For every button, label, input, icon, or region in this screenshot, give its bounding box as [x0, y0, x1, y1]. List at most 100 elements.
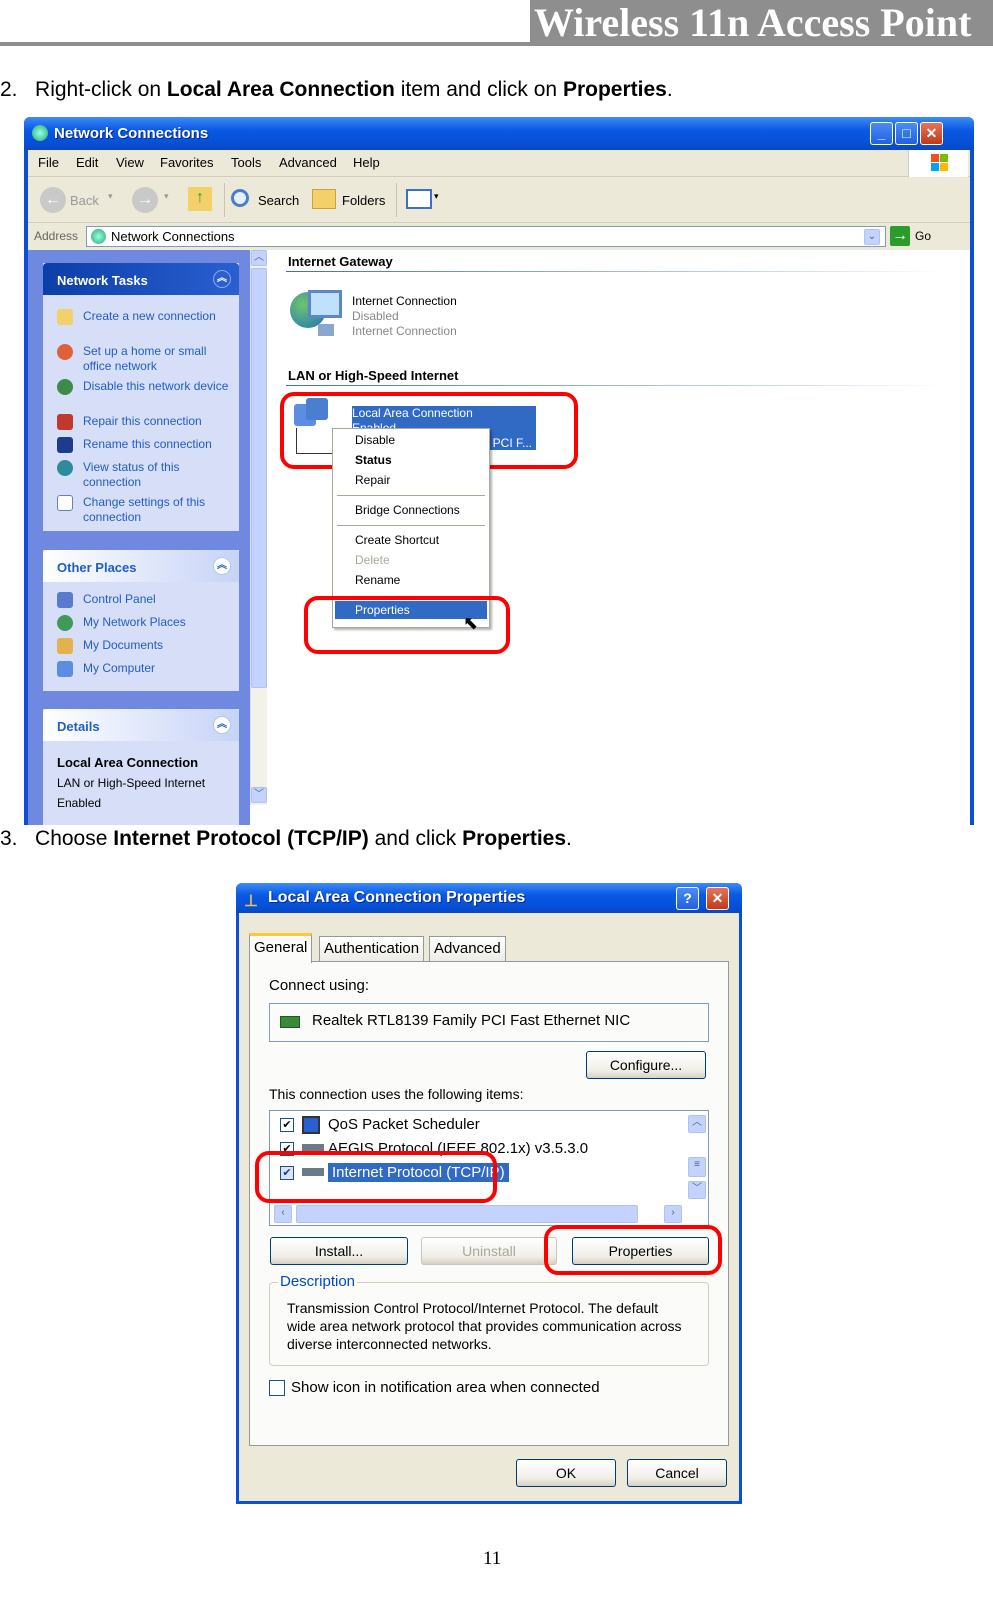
group-divider [286, 385, 946, 386]
task-pane: Network Tasks ︽ Create a new connection … [28, 250, 250, 825]
internet-connection-item[interactable]: Internet Connection Disabled Internet Co… [352, 294, 457, 339]
network-tasks-header[interactable]: Network Tasks ︽ [43, 263, 239, 295]
list-scroll-up[interactable]: ︿ [688, 1115, 706, 1133]
list-item[interactable]: ✔ QoS Packet Scheduler [278, 1115, 678, 1137]
rename-icon [57, 437, 73, 453]
back-dropdown-icon[interactable]: ▾ [108, 191, 113, 202]
title-bar[interactable]: Network Connections _ □ ✕ [24, 117, 974, 150]
task-label: Repair this connection [83, 414, 202, 428]
internet-connection-icon[interactable] [290, 288, 346, 344]
menu-item-delete: Delete [355, 553, 390, 567]
show-icon-checkbox[interactable] [269, 1380, 285, 1396]
list-scroll-left[interactable]: ‹ [274, 1205, 292, 1223]
collapse-icon[interactable]: ︽ [213, 716, 231, 734]
list-scroll-right[interactable]: › [664, 1205, 682, 1223]
other-places-panel: Other Places ︽ Control Panel My Network … [43, 550, 239, 691]
menu-item-bridge-connections[interactable]: Bridge Connections [335, 501, 487, 519]
network-places-icon [57, 615, 73, 631]
task-view-status[interactable]: View status of this connection [57, 460, 237, 490]
views-dropdown-icon[interactable]: ▾ [434, 191, 439, 202]
details-header[interactable]: Details ︽ [43, 709, 239, 741]
install-button[interactable]: Install... [270, 1237, 408, 1265]
scroll-down-button[interactable]: ﹀ [251, 787, 267, 803]
address-value: Network Connections [111, 229, 235, 244]
scheduler-icon [302, 1116, 320, 1134]
menu-help[interactable]: Help [353, 155, 380, 170]
menu-edit[interactable]: Edit [76, 155, 98, 170]
place-control-panel[interactable]: Control Panel [57, 592, 237, 608]
back-arrow-icon[interactable]: ← [40, 187, 66, 213]
vertical-scrollbar[interactable]: ︿ ﹀ [250, 250, 267, 805]
status-icon [57, 460, 73, 476]
step-text: and click [368, 827, 463, 850]
help-button[interactable]: ? [676, 887, 699, 910]
task-disable-device[interactable]: Disable this network device [57, 379, 237, 395]
forward-dropdown-icon[interactable]: ▾ [164, 191, 169, 202]
place-label: My Network Places [83, 615, 186, 629]
tab-authentication[interactable]: Authentication [319, 936, 425, 962]
collapse-icon[interactable]: ︽ [213, 270, 231, 288]
search-button[interactable]: Search [258, 193, 299, 208]
folders-button[interactable]: Folders [342, 193, 385, 208]
menu-item-create-shortcut[interactable]: Create Shortcut [335, 531, 487, 549]
panel-title: Network Tasks [57, 273, 148, 288]
task-rename-connection[interactable]: Rename this connection [57, 437, 237, 453]
task-repair-connection[interactable]: Repair this connection [57, 414, 237, 430]
step-3-instruction: 3. Choose Internet Protocol (TCP/IP) and… [0, 827, 572, 851]
menu-item-rename[interactable]: Rename [335, 571, 487, 589]
step-bold: Properties [462, 827, 567, 850]
group-divider [286, 271, 946, 272]
configure-button[interactable]: Configure... [586, 1051, 706, 1079]
go-button[interactable]: Go [915, 229, 931, 243]
address-input[interactable]: Network Connections [86, 226, 886, 247]
menu-file[interactable]: File [38, 155, 59, 170]
minimize-button[interactable]: _ [870, 122, 893, 145]
toolbar-separator [224, 183, 225, 217]
maximize-button[interactable]: □ [895, 122, 918, 145]
menu-item-disable[interactable]: Disable [335, 431, 487, 449]
other-places-header[interactable]: Other Places ︽ [43, 550, 239, 582]
scroll-up-button[interactable]: ︿ [251, 250, 267, 266]
task-create-connection[interactable]: Create a new connection [57, 309, 237, 325]
horizontal-scroll-thumb[interactable] [296, 1205, 638, 1223]
menu-item-status[interactable]: Status [335, 451, 487, 469]
step-bold: Properties [562, 78, 667, 101]
list-scroll-thumb[interactable]: ≡ [688, 1157, 706, 1177]
dialog-title-bar[interactable]: ⊥ Local Area Connection Properties ? ✕ [236, 883, 742, 913]
place-my-computer[interactable]: My Computer [57, 661, 237, 677]
tab-advanced[interactable]: Advanced [429, 936, 506, 962]
details-panel: Details ︽ Local Area Connection LAN or H… [43, 709, 239, 825]
menu-advanced[interactable]: Advanced [279, 155, 337, 170]
checkbox-checked[interactable]: ✔ [280, 1118, 294, 1132]
forward-button[interactable]: → [132, 187, 158, 213]
collapse-icon[interactable]: ︽ [213, 557, 231, 575]
task-change-settings[interactable]: Change settings of this connection [57, 495, 237, 525]
go-arrow-icon[interactable]: → [890, 226, 910, 246]
list-scroll-down[interactable]: ﹀ [688, 1181, 706, 1199]
search-icon[interactable] [231, 189, 249, 207]
task-setup-home-network[interactable]: Set up a home or small office network [57, 344, 237, 374]
address-dropdown-button[interactable]: ⌄ [864, 229, 880, 245]
menu-item-repair[interactable]: Repair [335, 471, 487, 489]
panel-title: Other Places [57, 560, 137, 575]
close-button[interactable]: ✕ [920, 122, 943, 145]
tab-general[interactable]: General [249, 933, 313, 963]
scrollbar-thumb[interactable] [251, 268, 267, 688]
network-connections-window: Network Connections _ □ ✕ File Edit View… [24, 117, 974, 825]
views-icon[interactable] [406, 189, 432, 209]
explorer-content: Network Tasks ︽ Create a new connection … [28, 250, 970, 825]
menu-favorites[interactable]: Favorites [160, 155, 213, 170]
ok-button[interactable]: OK [516, 1459, 616, 1487]
windows-logo [908, 150, 968, 177]
show-icon-label[interactable]: Show icon in notification area when conn… [291, 1379, 600, 1396]
cancel-button[interactable]: Cancel [627, 1459, 727, 1487]
place-my-documents[interactable]: My Documents [57, 638, 237, 654]
up-folder-icon[interactable]: ↑ [188, 187, 212, 211]
menu-tools[interactable]: Tools [231, 155, 261, 170]
place-my-network-places[interactable]: My Network Places [57, 615, 237, 631]
menu-view[interactable]: View [116, 155, 144, 170]
dialog-close-button[interactable]: ✕ [706, 887, 729, 910]
header-title: Wireless 11n Access Point [530, 0, 993, 46]
back-button[interactable]: Back [70, 193, 99, 208]
folders-icon[interactable] [312, 189, 336, 209]
